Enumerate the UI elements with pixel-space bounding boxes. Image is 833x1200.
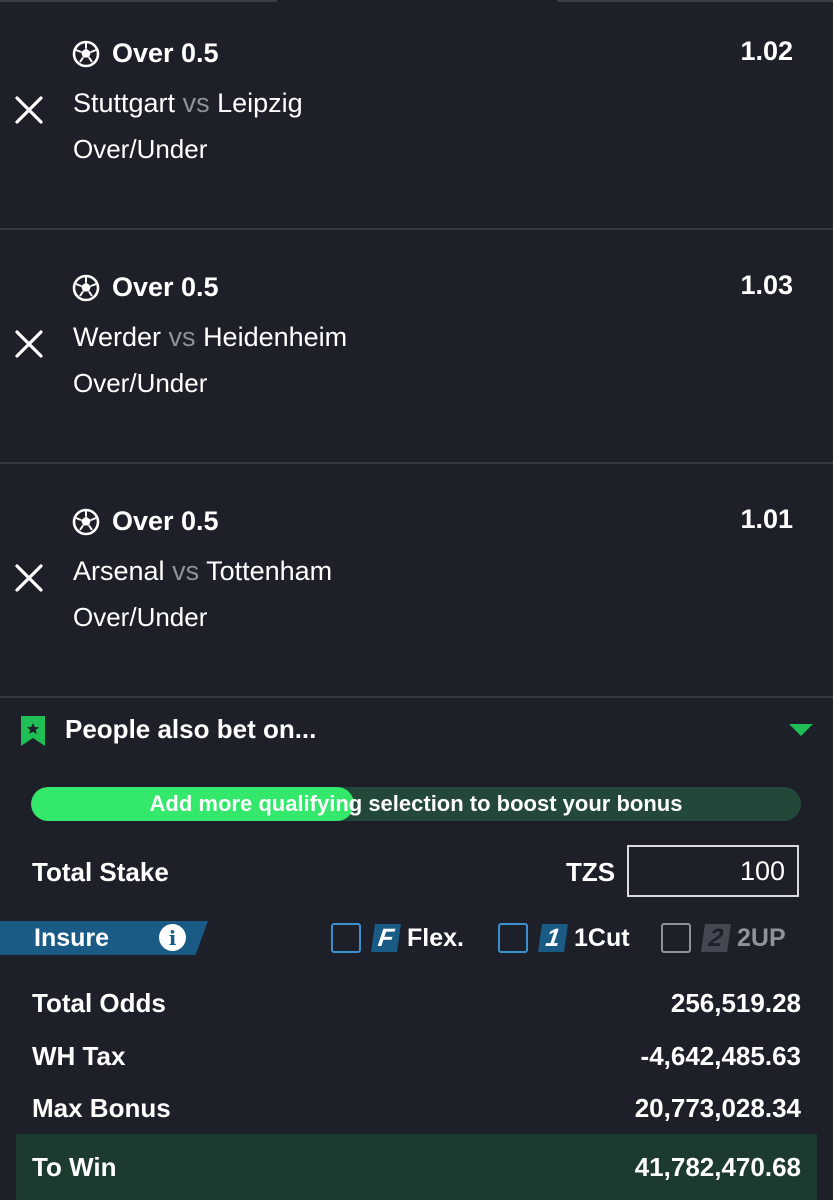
market-label: Over 0.5 — [112, 38, 219, 68]
onecut-option[interactable]: 1 1Cut — [498, 921, 630, 955]
bet-type: Over/Under — [73, 134, 208, 164]
onecut-label: 1Cut — [574, 923, 630, 952]
away-team: Tottenham — [206, 556, 333, 586]
away-team: Heidenheim — [203, 322, 348, 352]
home-team: Arsenal — [73, 556, 165, 586]
bet-odds: 1.02 — [740, 36, 793, 66]
close-icon — [15, 96, 43, 124]
match-name: Werder vs Heidenheim — [73, 322, 347, 353]
soccer-ball-icon — [72, 40, 100, 67]
twoup-badge-icon: 2 — [701, 924, 731, 952]
match-name: Stuttgart vs Leipzig — [73, 88, 303, 119]
home-team: Werder — [73, 322, 162, 352]
people-also-bet-toggle[interactable]: People also bet on... — [0, 697, 833, 767]
total-odds-value: 256,519.28 — [670, 988, 801, 1018]
home-team: Stuttgart — [73, 88, 176, 118]
bonus-progress-bar: Add more qualifying selection to boost y… — [31, 787, 801, 821]
currency-label: TZS — [566, 857, 616, 887]
away-team: Leipzig — [217, 88, 303, 118]
bet-slip-item: Over 0.5 1.02 Stuttgart vs Leipzig Over/… — [0, 0, 833, 230]
close-icon — [15, 564, 43, 592]
insure-label: Insure — [34, 924, 110, 952]
total-odds-label: Total Odds — [32, 988, 166, 1018]
market-label: Over 0.5 — [112, 506, 219, 536]
total-stake-label: Total Stake — [32, 857, 169, 887]
bookmark-icon — [21, 716, 45, 746]
bet-slip-item: Over 0.5 1.01 Arsenal vs Tottenham Over/… — [0, 464, 833, 698]
market-label: Over 0.5 — [112, 272, 219, 302]
people-also-bet-label: People also bet on... — [65, 714, 317, 744]
bet-type: Over/Under — [73, 368, 208, 398]
flex-option[interactable]: F Flex. — [331, 921, 464, 955]
onecut-badge-icon: 1 — [538, 924, 568, 952]
wh-tax-label: WH Tax — [32, 1041, 126, 1071]
flex-checkbox[interactable] — [331, 923, 361, 953]
vs-label: vs — [172, 556, 200, 586]
stake-input[interactable] — [627, 845, 799, 897]
bonus-progress-text: Add more qualifying selection to boost y… — [149, 791, 683, 816]
flex-badge-icon: F — [371, 924, 401, 952]
twoup-label: 2UP — [737, 923, 786, 952]
bet-odds: 1.03 — [740, 270, 793, 300]
wh-tax-value: -4,642,485.63 — [640, 1041, 801, 1071]
soccer-ball-icon — [72, 274, 100, 301]
onecut-checkbox[interactable] — [498, 923, 528, 953]
vs-label: vs — [182, 88, 210, 118]
bet-odds: 1.01 — [740, 504, 793, 534]
total-odds-row: Total Odds 256,519.28 — [32, 988, 801, 1019]
max-bonus-row: Max Bonus 20,773,028.34 — [32, 1093, 801, 1124]
to-win-row: To Win 41,782,470.68 — [16, 1134, 817, 1200]
insure-banner[interactable]: Insure i — [0, 921, 208, 955]
remove-bet-button[interactable] — [12, 561, 46, 595]
twoup-checkbox[interactable] — [661, 923, 691, 953]
market-selection: Over 0.5 — [72, 38, 219, 69]
wh-tax-row: WH Tax -4,642,485.63 — [32, 1041, 801, 1072]
match-name: Arsenal vs Tottenham — [73, 556, 332, 587]
soccer-ball-icon — [72, 508, 100, 535]
to-win-label: To Win — [32, 1152, 117, 1182]
flex-label: Flex. — [407, 923, 464, 952]
bet-type: Over/Under — [73, 602, 208, 632]
max-bonus-value: 20,773,028.34 — [634, 1093, 801, 1123]
market-selection: Over 0.5 — [72, 506, 219, 537]
remove-bet-button[interactable] — [12, 327, 46, 361]
twoup-option[interactable]: 2 2UP — [661, 921, 786, 955]
close-icon — [15, 330, 43, 358]
market-selection: Over 0.5 — [72, 272, 219, 303]
bet-slip-item: Over 0.5 1.03 Werder vs Heidenheim Over/… — [0, 230, 833, 464]
to-win-value: 41,782,470.68 — [634, 1152, 801, 1182]
max-bonus-label: Max Bonus — [32, 1093, 171, 1123]
vs-label: vs — [168, 322, 196, 352]
caret-down-icon — [789, 724, 813, 736]
info-icon[interactable]: i — [159, 924, 186, 951]
remove-bet-button[interactable] — [12, 93, 46, 127]
